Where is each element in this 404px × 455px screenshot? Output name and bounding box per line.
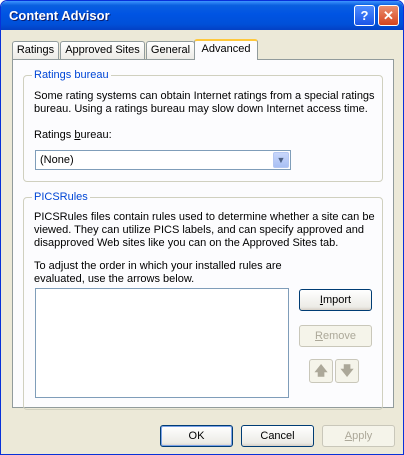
tab-ratings[interactable]: Ratings [12, 41, 59, 59]
help-icon: ? [360, 8, 369, 23]
picsrules-description-3: disapproved Web sites like you can on th… [34, 237, 339, 249]
ratings-bureau-selected: (None) [40, 154, 74, 166]
tab-general[interactable]: General [146, 41, 195, 59]
picsrules-list[interactable] [35, 288, 289, 398]
ok-button[interactable]: OK [160, 425, 233, 447]
remove-button[interactable]: Remove [299, 325, 372, 347]
help-button[interactable]: ? [354, 5, 375, 26]
title-bar[interactable]: Content Advisor ? ✕ [1, 1, 403, 30]
ratings-bureau-select[interactable]: (None) ▼ [35, 150, 291, 170]
picsrules-description-2: viewed. They can utilize PICS labels, an… [34, 224, 364, 236]
cancel-button[interactable]: Cancel [241, 425, 314, 447]
window-title: Content Advisor [9, 8, 110, 23]
close-icon: ✕ [383, 8, 394, 23]
move-up-button[interactable]: 🡅 [309, 359, 333, 383]
ratings-bureau-description-2: bureau. Using a ratings bureau may slow … [34, 103, 368, 115]
move-down-button[interactable]: 🡇 [335, 359, 359, 383]
picsrules-description-1: PICSRules files contain rules used to de… [34, 211, 375, 223]
close-button[interactable]: ✕ [378, 5, 399, 26]
picsrules-order-2: evaluated, use the arrows below. [34, 273, 195, 285]
ratings-bureau-label: Ratings bureau: [34, 129, 112, 141]
apply-button[interactable]: Apply [322, 425, 395, 447]
import-button[interactable]: Import [299, 289, 372, 311]
tab-advanced[interactable]: Advanced [194, 39, 258, 60]
picsrules-legend: PICSRules [32, 191, 90, 203]
arrow-down-icon: 🡇 [340, 363, 354, 378]
chevron-down-icon[interactable]: ▼ [273, 152, 289, 168]
content-advisor-window: Content Advisor ? ✕ Ratings Approved Sit… [0, 0, 404, 455]
arrow-up-icon: 🡅 [314, 363, 328, 378]
ratings-bureau-description-1: Some rating systems can obtain Internet … [34, 90, 375, 102]
picsrules-order-1: To adjust the order in which your instal… [34, 260, 282, 272]
ratings-bureau-legend: Ratings bureau [32, 69, 111, 81]
tab-approved-sites[interactable]: Approved Sites [60, 41, 145, 59]
